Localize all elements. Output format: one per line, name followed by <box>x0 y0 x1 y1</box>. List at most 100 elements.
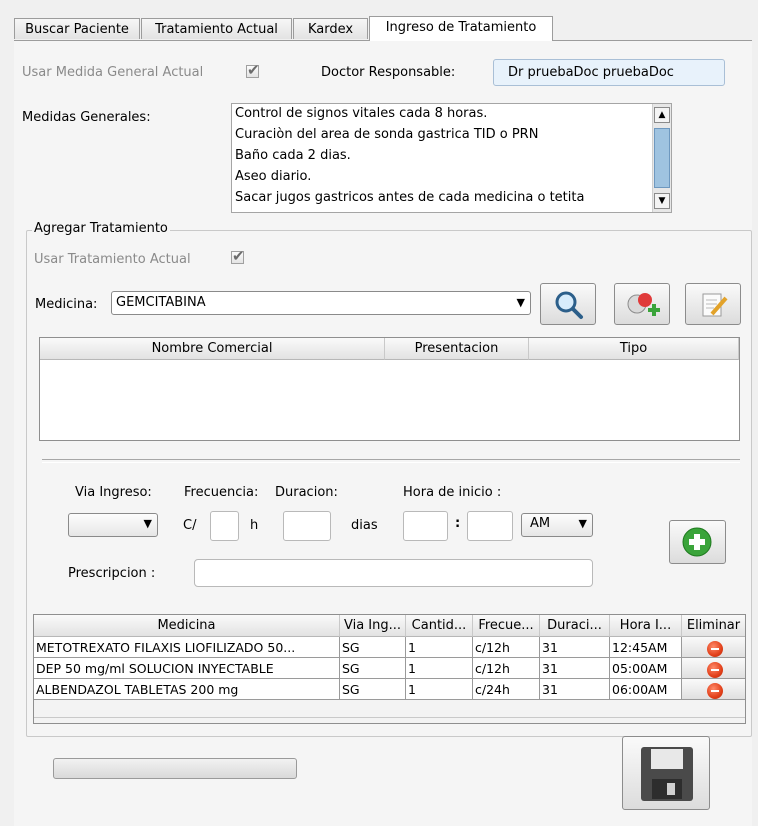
cell-duracion: 31 <box>540 679 610 700</box>
chevron-down-icon: ▼ <box>143 517 152 530</box>
minuto-input[interactable] <box>467 511 513 541</box>
medidas-line: Control de signos vitales cada 8 horas. <box>235 106 488 121</box>
prescripcion-input[interactable] <box>194 559 593 587</box>
edit-icon <box>702 293 728 317</box>
tab-kardex[interactable]: Kardex <box>293 18 368 39</box>
medidas-line: Baño cada 2 dias. <box>235 148 351 163</box>
agregar-tratamiento-title: Agregar Tratamiento <box>32 221 170 236</box>
cell-via: SG <box>340 679 406 700</box>
plus-circle-icon <box>682 527 712 557</box>
column-header[interactable]: Tipo <box>529 338 739 360</box>
floppy-disk-icon <box>641 747 693 801</box>
save-button[interactable] <box>622 736 710 810</box>
treatments-table[interactable]: Medicina Via Ing... Cantid... Frecue... … <box>33 614 746 724</box>
via-ingreso-select[interactable]: ▼ <box>68 513 158 537</box>
table-row[interactable]: DEP 50 mg/ml SOLUCION INYECTABLE SG 1 c/… <box>34 658 745 679</box>
minus-circle-icon <box>706 640 723 657</box>
search-icon <box>555 291 583 319</box>
progress-bar <box>53 758 297 779</box>
column-header[interactable]: Eliminar <box>682 615 745 637</box>
column-header[interactable]: Frecue... <box>473 615 540 637</box>
cell-duracion: 31 <box>540 637 610 658</box>
delete-row-button[interactable] <box>682 658 745 679</box>
cell-hora: 05:00AM <box>610 658 682 679</box>
chevron-down-icon: ▼ <box>516 296 525 309</box>
column-header[interactable]: Medicina <box>34 615 340 637</box>
cell-via: SG <box>340 637 406 658</box>
cell-cantidad: 1 <box>406 679 473 700</box>
cell-cantidad: 1 <box>406 658 473 679</box>
cell-frecuencia: c/24h <box>473 679 540 700</box>
medicina-label: Medicina: <box>35 297 98 312</box>
add-treatment-button[interactable] <box>669 520 726 564</box>
h-label: h <box>250 518 259 533</box>
cell-frecuencia: c/12h <box>473 658 540 679</box>
ampm-select[interactable]: AM ▼ <box>521 513 593 537</box>
column-header[interactable]: Nombre Comercial <box>40 338 385 360</box>
tab-tratamiento-actual[interactable]: Tratamiento Actual <box>141 18 292 39</box>
usar-tratamiento-checkbox[interactable]: ✔ <box>231 247 245 265</box>
colon-label: : <box>455 516 461 531</box>
separator <box>42 459 740 463</box>
ampm-value: AM <box>530 516 551 531</box>
medicine-results-table[interactable]: Nombre Comercial Presentacion Tipo <box>39 337 740 441</box>
tab-buscar-paciente[interactable]: Buscar Paciente <box>14 18 140 39</box>
table-row[interactable]: METOTREXATO FILAXIS LIOFILIZADO 50... SG… <box>34 637 745 658</box>
cell-hora: 06:00AM <box>610 679 682 700</box>
table-row[interactable]: ALBENDAZOL TABLETAS 200 mg SG 1 c/24h 31… <box>34 679 745 700</box>
add-medicine-icon <box>627 293 660 316</box>
check-icon: ✔ <box>232 247 245 265</box>
column-header[interactable]: Cantid... <box>406 615 473 637</box>
tab-ingreso-de-tratamiento[interactable]: Ingreso de Tratamiento <box>369 16 553 41</box>
column-header[interactable]: Presentacion <box>385 338 529 360</box>
doctor-field[interactable]: Dr pruebaDoc pruebaDoc <box>493 59 725 86</box>
duracion-input[interactable] <box>283 511 331 541</box>
delete-row-button[interactable] <box>682 679 745 700</box>
cell-cantidad: 1 <box>406 637 473 658</box>
c-label: C/ <box>183 518 197 533</box>
medidas-scrollbar[interactable]: ▲ ▼ <box>652 104 671 212</box>
cell-hora: 12:45AM <box>610 637 682 658</box>
frecuencia-label: Frecuencia: <box>184 485 259 500</box>
medicina-value: GEMCITABINA <box>116 295 206 310</box>
column-header[interactable]: Via Ing... <box>340 615 406 637</box>
medidas-label: Medidas Generales: <box>22 110 151 125</box>
usar-medida-checkbox[interactable]: ✔ <box>246 61 260 79</box>
medicina-select[interactable]: GEMCITABINA ▼ <box>111 291 531 315</box>
add-medicine-button[interactable] <box>614 283 670 325</box>
edit-medicine-button[interactable] <box>685 283 741 325</box>
medidas-line: Curaciòn del area de sonda gastrica TID … <box>235 127 539 142</box>
scroll-up-icon[interactable]: ▲ <box>654 107 670 123</box>
scroll-down-icon[interactable]: ▼ <box>654 193 670 209</box>
search-medicine-button[interactable] <box>540 283 596 325</box>
chevron-down-icon: ▼ <box>578 517 587 530</box>
medidas-textarea[interactable]: Control de signos vitales cada 8 horas. … <box>231 103 672 213</box>
hora-inicio-label: Hora de inicio : <box>403 485 502 500</box>
duracion-label: Duracion: <box>275 485 338 500</box>
doctor-value: Dr pruebaDoc pruebaDoc <box>508 65 674 80</box>
scroll-thumb[interactable] <box>654 128 670 188</box>
usar-medida-label: Usar Medida General Actual <box>22 65 204 80</box>
via-ingreso-label: Via Ingreso: <box>75 485 152 500</box>
cell-medicina: METOTREXATO FILAXIS LIOFILIZADO 50... <box>34 637 340 658</box>
cell-duracion: 31 <box>540 658 610 679</box>
minus-circle-icon <box>706 682 723 699</box>
prescripcion-label: Prescripcion : <box>68 566 156 581</box>
medidas-line: Aseo diario. <box>235 169 312 184</box>
cell-medicina: ALBENDAZOL TABLETAS 200 mg <box>34 679 340 700</box>
delete-row-button[interactable] <box>682 637 745 658</box>
cell-medicina: DEP 50 mg/ml SOLUCION INYECTABLE <box>34 658 340 679</box>
hora-input[interactable] <box>403 511 448 541</box>
table-scroll-area[interactable] <box>34 701 745 718</box>
minus-circle-icon <box>706 661 723 678</box>
cell-via: SG <box>340 658 406 679</box>
dias-label: dias <box>351 518 378 533</box>
column-header[interactable]: Duraci... <box>540 615 610 637</box>
cell-frecuencia: c/12h <box>473 637 540 658</box>
usar-tratamiento-label: Usar Tratamiento Actual <box>34 252 191 267</box>
frecuencia-input[interactable] <box>210 511 239 541</box>
doctor-label: Doctor Responsable: <box>321 65 456 80</box>
column-header[interactable]: Hora I... <box>610 615 682 637</box>
check-icon: ✔ <box>247 61 260 79</box>
medidas-line: Sacar jugos gastricos antes de cada medi… <box>235 190 585 205</box>
